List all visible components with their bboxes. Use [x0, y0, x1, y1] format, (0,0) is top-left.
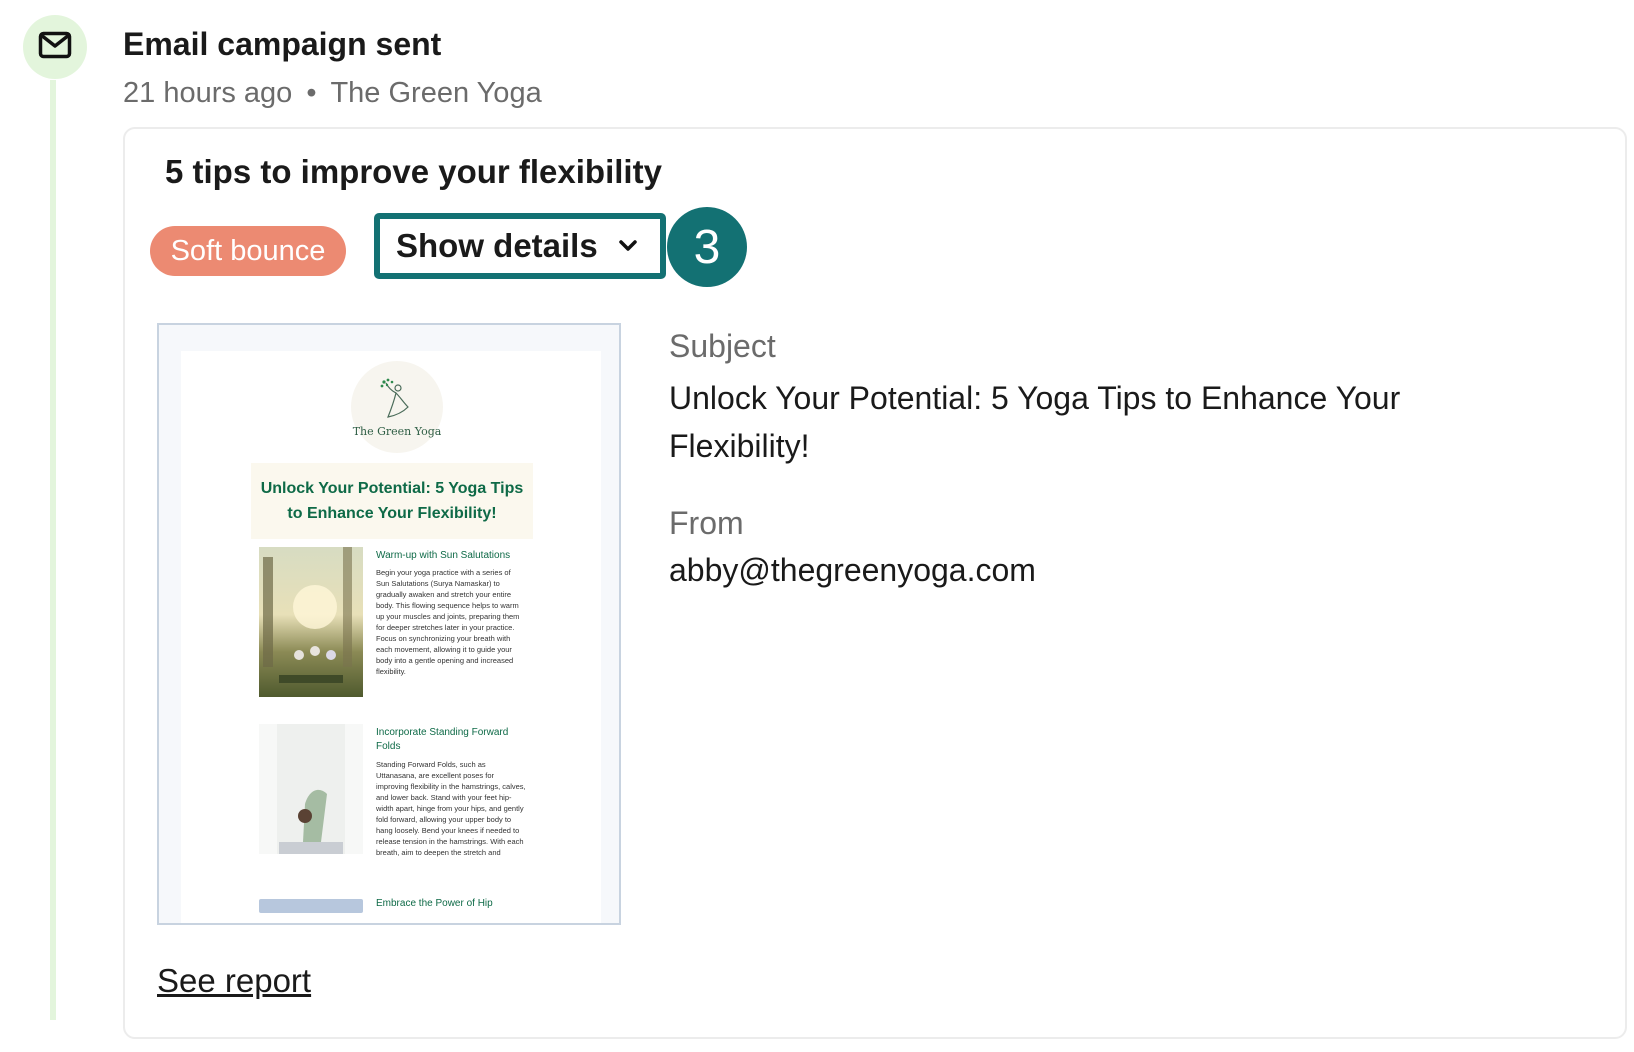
event-meta: 21 hours ago • The Green Yoga [123, 77, 542, 110]
subject-value: Unlock Your Potential: 5 Yoga Tips to En… [669, 380, 1401, 464]
article-title: Warm-up with Sun Salutations [376, 550, 511, 561]
step-number-badge: 3 [667, 207, 747, 287]
article-body: Standing Forward Folds, such as Uttanasa… [376, 760, 526, 857]
article-image-sun-salutations [259, 547, 363, 697]
show-details-button[interactable]: Show details [374, 213, 666, 279]
article-image-forward-fold [259, 724, 363, 854]
event-account: The Green Yoga [330, 77, 542, 109]
article-title: Embrace the Power of Hip [376, 898, 493, 909]
chevron-down-icon [618, 239, 638, 253]
meta-separator: • [306, 77, 317, 109]
article-image-hip [259, 899, 363, 913]
mail-icon [38, 31, 72, 64]
article-title: Incorporate Standing Forward Folds [376, 727, 509, 752]
status-badge: Soft bounce [150, 226, 346, 276]
event-title: Email campaign sent [123, 26, 442, 62]
from-label: From [669, 505, 744, 541]
yoga-pose-icon [380, 378, 409, 418]
event-time: 21 hours ago [123, 77, 293, 109]
see-report-link[interactable]: See report [157, 962, 311, 1000]
from-value: abby@thegreenyoga.com [669, 552, 1036, 588]
show-details-label: Show details [396, 227, 598, 264]
campaign-name: 5 tips to improve your flexibility [165, 153, 662, 190]
subject-label: Subject [669, 328, 776, 364]
timeline-line [50, 80, 56, 1020]
email-preview[interactable]: The Green Yoga Unlock Your Potential: 5 … [157, 323, 621, 925]
article-body: Begin your yoga practice with a series o… [376, 568, 520, 676]
logo-text: The Green Yoga [352, 424, 442, 438]
timeline-marker [23, 15, 87, 79]
email-headline: Unlock Your Potential: 5 Yoga Tips to En… [251, 463, 533, 539]
email-preview-page: The Green Yoga Unlock Your Potential: 5 … [181, 351, 601, 923]
brand-logo: The Green Yoga [351, 361, 443, 453]
